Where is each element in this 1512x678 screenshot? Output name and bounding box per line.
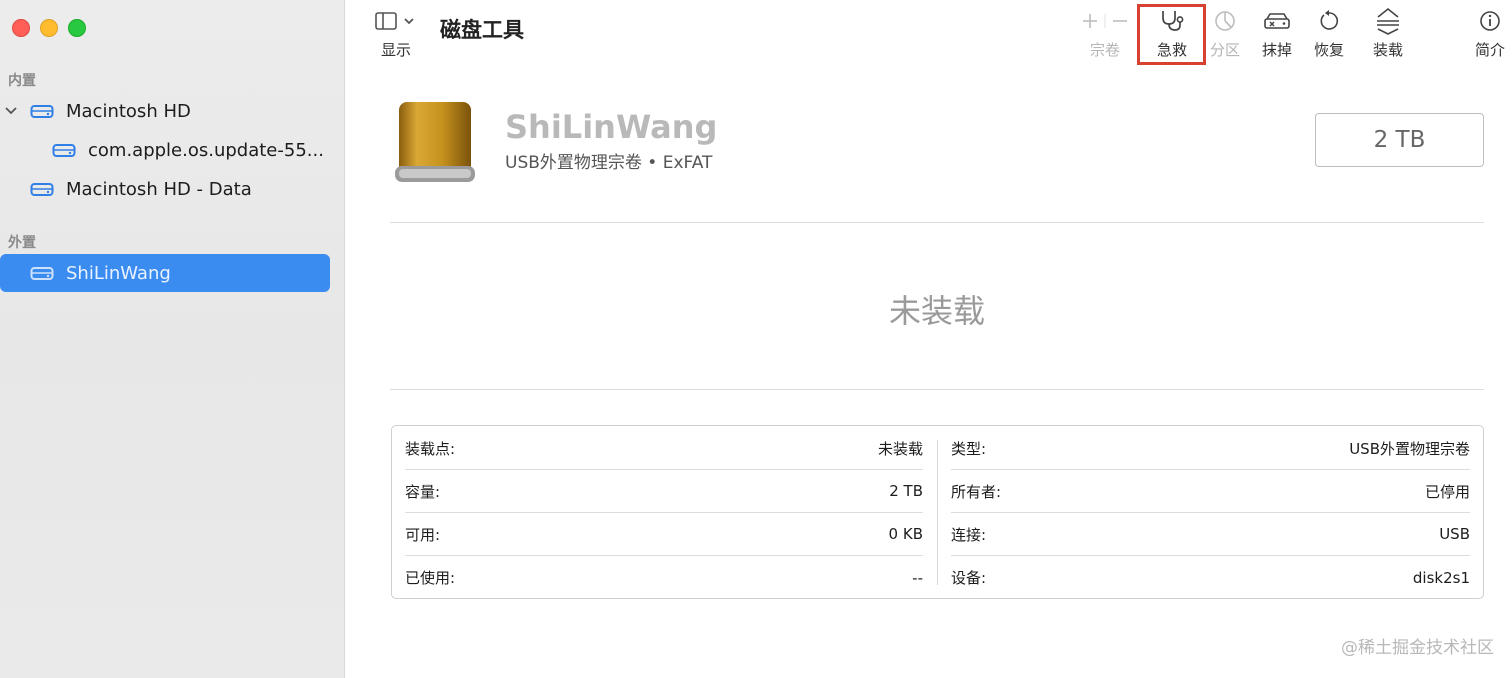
sidebar-item-macintosh-hd[interactable]: Macintosh HD bbox=[0, 92, 191, 130]
toolbar: 显示 磁盘工具 宗卷 急救 分区 抹掉 恢复 装载 简介 bbox=[346, 0, 1512, 72]
external-drive-icon bbox=[30, 265, 54, 281]
sidebar-section-external: 外置 bbox=[8, 235, 36, 251]
view-button-label: 显示 bbox=[380, 41, 411, 59]
info-value: 2 TB bbox=[889, 482, 923, 500]
internal-drive-icon bbox=[30, 103, 54, 119]
info-row: 装载点: 未装载 bbox=[405, 427, 923, 470]
mount-button[interactable]: 装载 bbox=[1358, 6, 1418, 60]
sidebar-item-update-volume[interactable]: com.apple.os.update-55... bbox=[0, 131, 324, 169]
sidebar-item-shilinwang[interactable]: ShiLinWang bbox=[0, 254, 330, 292]
window-controls bbox=[12, 19, 86, 37]
info-key: 类型: bbox=[951, 439, 987, 458]
info-key: 已使用: bbox=[405, 569, 456, 587]
info-value: USB外置物理宗卷 bbox=[1349, 439, 1470, 458]
internal-drive-icon bbox=[30, 181, 54, 197]
internal-drive-icon bbox=[52, 142, 76, 158]
info-row: 容量: 2 TB bbox=[405, 470, 923, 513]
divider bbox=[390, 389, 1484, 390]
sidebar-item-macintosh-hd-data[interactable]: Macintosh HD - Data bbox=[0, 170, 252, 208]
info-row: 设备: disk2s1 bbox=[951, 556, 1470, 599]
info-column-left: 装载点: 未装载 容量: 2 TB 可用: 0 KB 已使用: -- bbox=[405, 426, 923, 598]
volume-button-label: 宗卷 bbox=[1089, 41, 1120, 59]
close-window-button[interactable] bbox=[12, 19, 30, 37]
partition-button-label: 分区 bbox=[1209, 41, 1240, 59]
sidebar-item-label: com.apple.os.update-55... bbox=[88, 139, 324, 161]
disk-info-table: 装载点: 未装载 容量: 2 TB 可用: 0 KB 已使用: -- 类型: U… bbox=[391, 425, 1484, 599]
info-row: 连接: USB bbox=[951, 513, 1470, 556]
sidebar-item-label: Macintosh HD - Data bbox=[66, 178, 252, 200]
info-row: 类型: USB外置物理宗卷 bbox=[951, 427, 1470, 470]
first-aid-highlight-box bbox=[1137, 4, 1206, 65]
info-icon bbox=[1479, 6, 1501, 36]
disk-name: ShiLinWang bbox=[505, 108, 718, 146]
info-key: 容量: bbox=[405, 482, 441, 501]
info-button-label: 简介 bbox=[1474, 41, 1505, 59]
sidebar: 内置 Macintosh HD com.apple.os.update-55..… bbox=[0, 0, 345, 678]
info-button[interactable]: 简介 bbox=[1460, 6, 1512, 60]
minimize-window-button[interactable] bbox=[40, 19, 58, 37]
restore-button[interactable]: 恢复 bbox=[1299, 6, 1359, 60]
maximize-window-button[interactable] bbox=[68, 19, 86, 37]
info-value: -- bbox=[912, 568, 923, 587]
info-value: disk2s1 bbox=[1412, 568, 1470, 587]
chevron-down-icon[interactable] bbox=[0, 107, 22, 115]
app-title: 磁盘工具 bbox=[440, 18, 524, 42]
volume-button[interactable]: 宗卷 bbox=[1075, 6, 1135, 60]
column-divider bbox=[937, 440, 938, 585]
sidebar-toggle-icon bbox=[375, 6, 417, 36]
external-disk-icon bbox=[393, 100, 477, 186]
info-value: 已停用 bbox=[1424, 482, 1470, 501]
disk-capacity-badge: 2 TB bbox=[1315, 113, 1484, 167]
info-key: 设备: bbox=[951, 569, 987, 587]
info-row: 可用: 0 KB bbox=[405, 513, 923, 556]
info-key: 连接: bbox=[951, 525, 987, 544]
erase-button-label: 抹掉 bbox=[1261, 41, 1292, 59]
info-column-right: 类型: USB外置物理宗卷 所有者: 已停用 连接: USB 设备: disk2… bbox=[951, 426, 1470, 598]
sidebar-section-internal: 内置 bbox=[8, 73, 36, 89]
restore-button-label: 恢复 bbox=[1313, 41, 1344, 59]
mount-icon bbox=[1374, 6, 1402, 36]
mount-status: 未装载 bbox=[888, 292, 985, 330]
watermark: @稀土掘金技术社区 bbox=[1341, 638, 1494, 658]
info-row: 已使用: -- bbox=[405, 556, 923, 599]
erase-drive-icon bbox=[1263, 6, 1291, 36]
view-button[interactable]: 显示 bbox=[366, 6, 426, 60]
info-value: 未装载 bbox=[877, 439, 923, 458]
sidebar-item-label: Macintosh HD bbox=[66, 100, 191, 122]
mount-button-label: 装载 bbox=[1372, 41, 1403, 59]
restore-icon bbox=[1317, 6, 1341, 36]
erase-button[interactable]: 抹掉 bbox=[1247, 6, 1307, 60]
info-row: 所有者: 已停用 bbox=[951, 470, 1470, 513]
plus-minus-icon bbox=[1077, 6, 1133, 36]
info-key: 所有者: bbox=[951, 482, 1002, 501]
pie-chart-icon bbox=[1213, 6, 1237, 36]
disk-subtitle: USB外置物理宗卷 • ExFAT bbox=[505, 153, 713, 173]
info-key: 可用: bbox=[405, 525, 441, 544]
info-key: 装载点: bbox=[405, 439, 456, 458]
divider bbox=[390, 222, 1484, 223]
info-value: USB bbox=[1439, 525, 1470, 543]
sidebar-item-label: ShiLinWang bbox=[66, 262, 171, 284]
info-value: 0 KB bbox=[888, 525, 923, 543]
